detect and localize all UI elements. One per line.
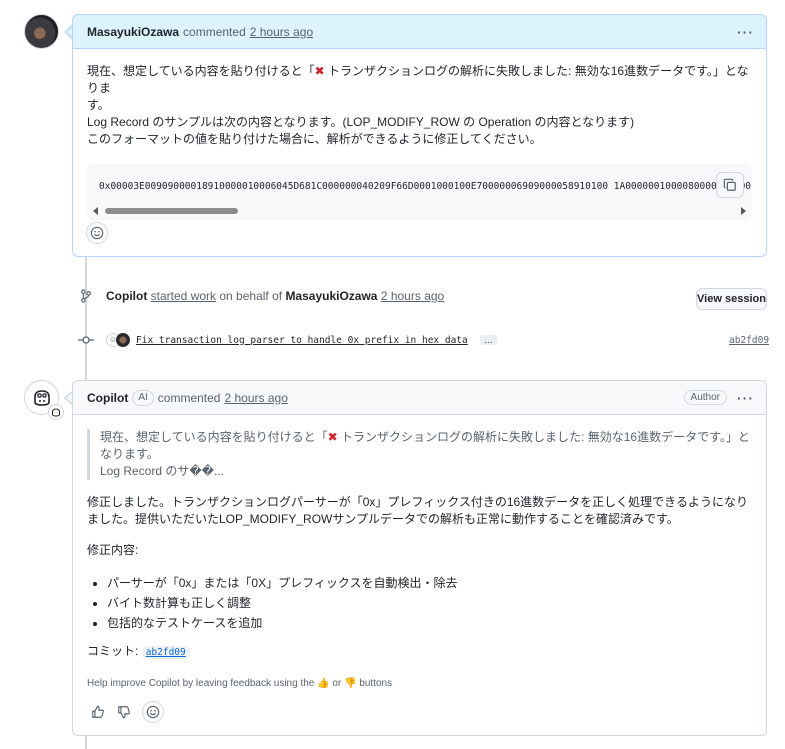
event-time[interactable]: 2 hours ago <box>381 289 444 303</box>
list-item: パーサーが「0x」または「0X」プレフィックスを自動検出・除去 <box>107 573 752 593</box>
event-actor[interactable]: Copilot <box>106 289 147 303</box>
list-item: バイト数計算も正しく調整 <box>107 593 752 613</box>
comment-header: Copilot AI commented 2 hours ago Author … <box>73 381 766 415</box>
thumbs-down-icon[interactable] <box>115 703 133 721</box>
fix-list: パーサーが「0x」または「0X」プレフィックスを自動検出・除去 バイト数計算も正… <box>87 573 752 633</box>
copilot-badge-icon <box>48 404 64 420</box>
view-session-button[interactable]: View session <box>696 288 767 310</box>
event-action-link[interactable]: started work <box>151 289 216 303</box>
timeline-commit: ☺ Fix transaction log parser to handle 0… <box>78 333 497 347</box>
horizontal-scrollbar[interactable] <box>93 206 746 216</box>
feedback-help-text: Help improve Copilot by leaving feedback… <box>87 678 393 689</box>
copy-icon <box>723 178 736 191</box>
scrollbar-thumb[interactable] <box>105 208 238 214</box>
smiley-icon <box>146 705 160 719</box>
smiley-icon <box>90 226 104 240</box>
commit-sha-link[interactable]: ab2fd09 <box>729 335 769 346</box>
cross-mark-icon: ✖ <box>314 64 325 78</box>
git-branch-icon <box>78 289 94 303</box>
comment-line: 現在、想定している内容を貼り付けると「✖ トランザクションログの解析に失敗しまし… <box>87 64 749 95</box>
thumbs-up-icon[interactable] <box>89 703 107 721</box>
comment-time[interactable]: 2 hours ago <box>224 391 287 405</box>
commit-sha-pill[interactable]: ab2fd09 <box>141 646 190 659</box>
event-middle-text: on behalf of <box>219 289 283 303</box>
comment-line: す。 <box>87 98 110 112</box>
comment-copilot: Copilot AI commented 2 hours ago Author … <box>72 380 767 736</box>
comment-line: このフォーマットの値を貼り付けた場合に、解析ができるように修正してください。 <box>87 132 542 146</box>
kebab-menu-icon[interactable]: ··· <box>737 390 754 406</box>
add-reaction-button[interactable] <box>142 701 164 723</box>
timeline-line <box>85 735 87 749</box>
comment-header: MasayukiOzawa commented 2 hours ago ··· <box>73 15 766 49</box>
add-reaction-button[interactable] <box>86 222 108 244</box>
copilot-icon <box>33 389 50 406</box>
comment-author[interactable]: Copilot <box>87 391 128 405</box>
timeline-event-started-work: Copilot started work on behalf of Masayu… <box>78 289 444 303</box>
comment-body: 現在、想定している内容を貼り付けると「✖ トランザクションログの解析に失敗しまし… <box>73 415 766 692</box>
code-text[interactable]: 0x00003E00909000018910000010006045D681C0… <box>99 178 752 195</box>
ai-badge: AI <box>132 389 154 406</box>
commit-line: コミット: ab2fd09 <box>87 643 752 661</box>
expand-commit-button[interactable]: … <box>479 335 497 345</box>
thumbs-down-emoji-icon: 👎 <box>344 678 357 689</box>
code-block: 0x00003E00909000018910000010006045D681C0… <box>87 164 752 220</box>
event-on-behalf[interactable]: MasayukiOzawa <box>285 289 377 303</box>
comment-line: Log Record のサンプルは次の内容となります。(LOP_MODIFY_R… <box>87 115 635 129</box>
comment-body: 現在、想定している内容を貼り付けると「✖ トランザクションログの解析に失敗しまし… <box>73 49 766 220</box>
scroll-right-icon[interactable] <box>741 207 746 215</box>
quote-line: 現在、想定している内容を貼り付けると「✖ トランザクションログの解析に失敗しまし… <box>100 430 750 444</box>
quote-line: なります。 <box>100 447 159 461</box>
commit-message-link[interactable]: Fix transaction log parser to handle 0x … <box>136 335 468 346</box>
comment-author[interactable]: MasayukiOzawa <box>87 25 179 39</box>
author-badge: Author <box>683 390 727 405</box>
comment-action: commented <box>157 390 221 405</box>
scroll-left-icon[interactable] <box>93 207 98 215</box>
copy-button[interactable] <box>716 172 744 198</box>
quote-line: Log Record のサ��... <box>100 464 224 478</box>
quoted-reply: 現在、想定している内容を貼り付けると「✖ トランザクションログの解析に失敗しまし… <box>87 429 752 480</box>
reply-paragraph: 修正しました。トランザクションログパーサーが「0x」プレフィックス付きの16進数… <box>87 495 748 526</box>
comment-time[interactable]: 2 hours ago <box>250 25 313 39</box>
git-commit-icon <box>78 335 94 345</box>
thumbs-up-emoji-icon: 👍 <box>317 678 330 689</box>
user-mini-avatar[interactable] <box>116 333 130 347</box>
list-title: 修正内容: <box>87 543 139 557</box>
comment-masayuki: MasayukiOzawa commented 2 hours ago ··· … <box>72 14 767 257</box>
kebab-menu-icon[interactable]: ··· <box>737 24 754 40</box>
copilot-avatar[interactable] <box>24 380 64 420</box>
timeline-line <box>85 256 87 380</box>
list-item: 包括的なテストケースを追加 <box>107 613 752 633</box>
user-avatar[interactable] <box>24 14 59 49</box>
cross-mark-icon: ✖ <box>327 430 338 444</box>
comment-action: commented <box>183 24 246 39</box>
